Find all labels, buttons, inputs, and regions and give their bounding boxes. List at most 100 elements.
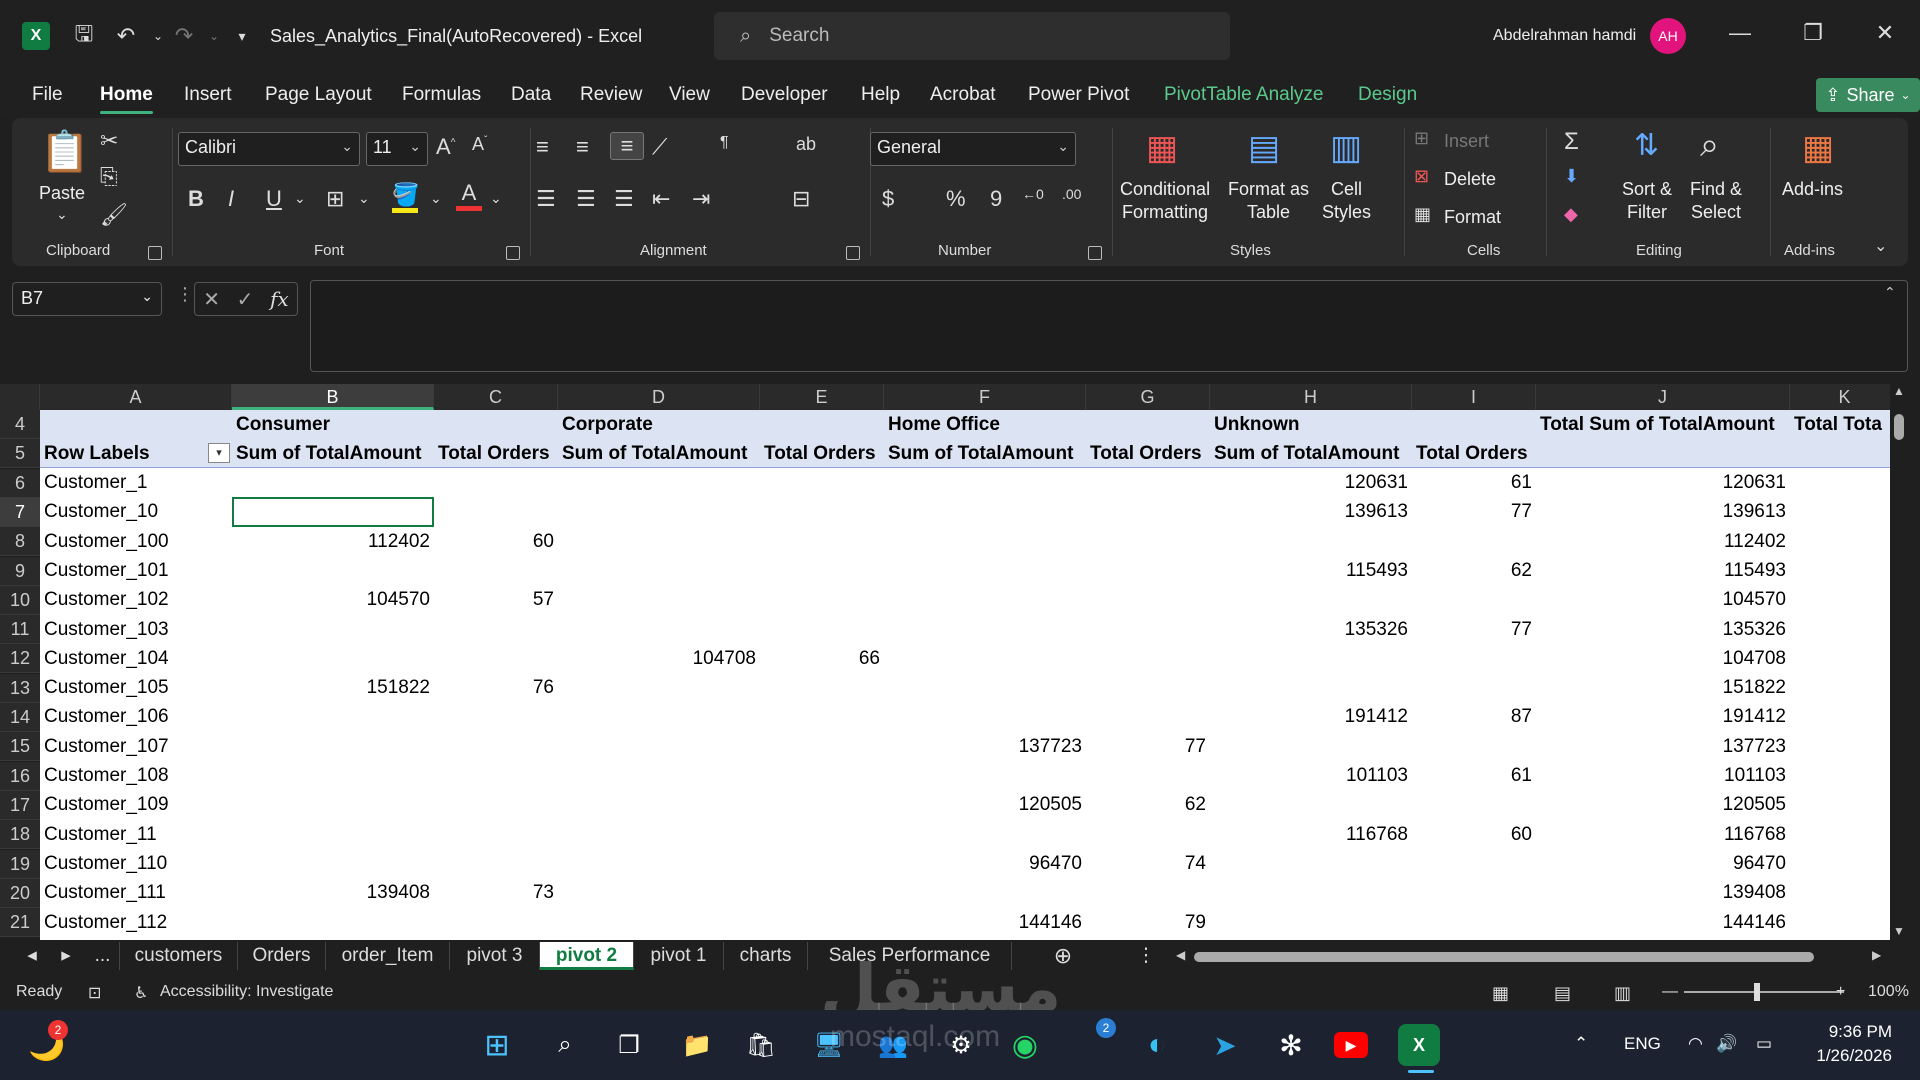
redo-dropdown-icon[interactable]: ⌄ [200, 22, 228, 50]
find-select-button[interactable]: Find & Select [1690, 178, 1742, 223]
redo-icon[interactable]: ↷ [170, 22, 198, 50]
cell-area[interactable]: Consumer Corporate Home Office Unknown T… [40, 410, 1890, 940]
pivot-segment-home-office[interactable]: Home Office [884, 410, 1086, 439]
borders-dropdown-icon[interactable]: ⌄ [358, 190, 370, 207]
pivot-value-cell[interactable] [558, 878, 760, 907]
pivot-value-cell[interactable]: 101103 [1536, 761, 1790, 790]
pivot-value-cell[interactable] [1412, 732, 1536, 761]
pivot-value-cell[interactable] [434, 615, 558, 644]
pivot-value-cell[interactable] [760, 878, 884, 907]
pivot-value-cell[interactable]: 57 [434, 585, 558, 614]
pivot-value-cell[interactable] [558, 761, 760, 790]
tab-power-pivot[interactable]: Power Pivot [1028, 84, 1129, 106]
filter-dropdown-icon[interactable]: ▾ [208, 443, 230, 463]
pivot-value-cell[interactable]: 77 [1412, 497, 1536, 526]
scroll-down-icon[interactable]: ▼ [1893, 924, 1905, 938]
sort-filter-icon[interactable]: ⇅ [1634, 128, 1659, 163]
font-color-icon[interactable]: A [456, 180, 482, 211]
store-icon[interactable]: 🛍 [740, 1024, 782, 1066]
add-ins-button[interactable]: Add-ins [1782, 178, 1843, 201]
copy-icon[interactable]: ⎘ [100, 164, 118, 190]
pivot-value-cell[interactable] [558, 908, 760, 937]
paste-button[interactable]: Paste [39, 182, 85, 205]
pivot-value-cell[interactable] [434, 790, 558, 819]
pivot-value-cell[interactable]: 135326 [1210, 615, 1412, 644]
row-header[interactable]: 11 [0, 615, 40, 645]
pivot-value-cell[interactable] [232, 702, 434, 731]
pivot-value-cell[interactable] [1086, 468, 1210, 497]
zoom-slider[interactable] [1684, 991, 1844, 993]
scroll-right-icon[interactable]: ▶ [1872, 948, 1881, 962]
decrease-font-icon[interactable]: Aˇ [472, 134, 487, 155]
row-header[interactable]: 16 [0, 761, 40, 791]
selected-cell-b7[interactable] [232, 497, 434, 527]
pivot-value-cell[interactable] [1412, 849, 1536, 878]
tab-insert[interactable]: Insert [184, 84, 232, 106]
formula-input[interactable] [310, 280, 1908, 372]
underline-dropdown-icon[interactable]: ⌄ [294, 190, 306, 207]
restore-icon[interactable]: ❐ [1798, 20, 1828, 46]
collapse-ribbon-icon[interactable]: ⌄ [1874, 236, 1887, 256]
row-header[interactable]: 10 [0, 585, 40, 615]
sort-filter-button[interactable]: Sort & Filter [1622, 178, 1672, 223]
file-explorer-icon[interactable]: 📁 [676, 1024, 718, 1066]
align-left-icon[interactable]: ☰ [536, 186, 556, 212]
pivot-value-cell[interactable]: 151822 [232, 673, 434, 702]
pivot-row-label[interactable]: Customer_103 [40, 615, 232, 644]
cancel-icon[interactable]: ✕ [203, 287, 220, 312]
pivot-value-cell[interactable] [1210, 673, 1412, 702]
pivot-value-cell[interactable] [1086, 820, 1210, 849]
search-taskbar-icon[interactable]: ⌕ [544, 1024, 586, 1066]
pivot-value-cell[interactable]: 96470 [1536, 849, 1790, 878]
pivot-value-cell[interactable]: 112402 [232, 527, 434, 556]
pivot-value-cell[interactable]: 115493 [1536, 556, 1790, 585]
pivot-value-cell[interactable] [558, 790, 760, 819]
battery-icon[interactable]: ▭ [1756, 1034, 1772, 1054]
clock-time[interactable]: 9:36 PM [1822, 1022, 1892, 1042]
pivot-col-header[interactable]: Total Orders [1086, 439, 1210, 468]
pivot-value-cell[interactable] [558, 468, 760, 497]
pivot-row-labels[interactable]: Row Labels [40, 439, 232, 468]
number-format-select[interactable]: General ⌄ [870, 132, 1076, 166]
pivot-value-cell[interactable] [558, 585, 760, 614]
pivot-value-cell[interactable] [558, 849, 760, 878]
pivot-value-cell[interactable] [1412, 908, 1536, 937]
pivot-value-cell[interactable]: 73 [434, 878, 558, 907]
currency-button[interactable]: $ [882, 186, 894, 212]
pivot-value-cell[interactable] [558, 732, 760, 761]
edge-icon[interactable]: ◐ [1136, 1024, 1178, 1066]
text-direction-icon[interactable]: ¶ [720, 134, 729, 152]
font-size-select[interactable]: 11 ⌄ [366, 132, 428, 166]
pivot-value-cell[interactable]: 104570 [232, 585, 434, 614]
pivot-value-cell[interactable] [434, 702, 558, 731]
pivot-value-cell[interactable] [434, 556, 558, 585]
pivot-value-cell[interactable]: 60 [1412, 820, 1536, 849]
tab-view[interactable]: View [669, 84, 710, 106]
pivot-segment-consumer[interactable]: Consumer [232, 410, 434, 439]
pivot-row-label[interactable]: Customer_102 [40, 585, 232, 614]
pivot-value-cell[interactable] [1412, 790, 1536, 819]
pivot-value-cell[interactable] [1210, 644, 1412, 673]
pivot-value-cell[interactable] [760, 556, 884, 585]
name-box[interactable]: B7 ⌄ [12, 282, 162, 316]
pivot-value-cell[interactable] [558, 673, 760, 702]
pivot-row-label[interactable]: Customer_1 [40, 468, 232, 497]
pivot-value-cell[interactable] [884, 556, 1086, 585]
pivot-value-cell[interactable]: 139613 [1536, 497, 1790, 526]
pivot-value-cell[interactable] [760, 702, 884, 731]
pivot-value-cell[interactable]: 191412 [1210, 702, 1412, 731]
normal-view-icon[interactable]: ▦ [1492, 983, 1509, 1004]
insert-cells-button[interactable]: Insert [1444, 130, 1489, 153]
pivot-value-cell[interactable]: 120631 [1536, 468, 1790, 497]
pivot-value-cell[interactable]: 101103 [1210, 761, 1412, 790]
pivot-value-cell[interactable]: 104570 [1536, 585, 1790, 614]
row-header[interactable]: 17 [0, 790, 40, 820]
align-right-icon[interactable]: ☰ [614, 186, 634, 212]
cut-icon[interactable]: ✂ [100, 128, 118, 154]
more-options-icon[interactable]: ⋮ [176, 284, 194, 305]
pivot-value-cell[interactable] [232, 761, 434, 790]
tab-data[interactable]: Data [511, 84, 551, 106]
pivot-value-cell[interactable]: 77 [1412, 615, 1536, 644]
select-all-corner[interactable] [0, 384, 40, 410]
column-header-k[interactable]: K [1790, 384, 1900, 410]
